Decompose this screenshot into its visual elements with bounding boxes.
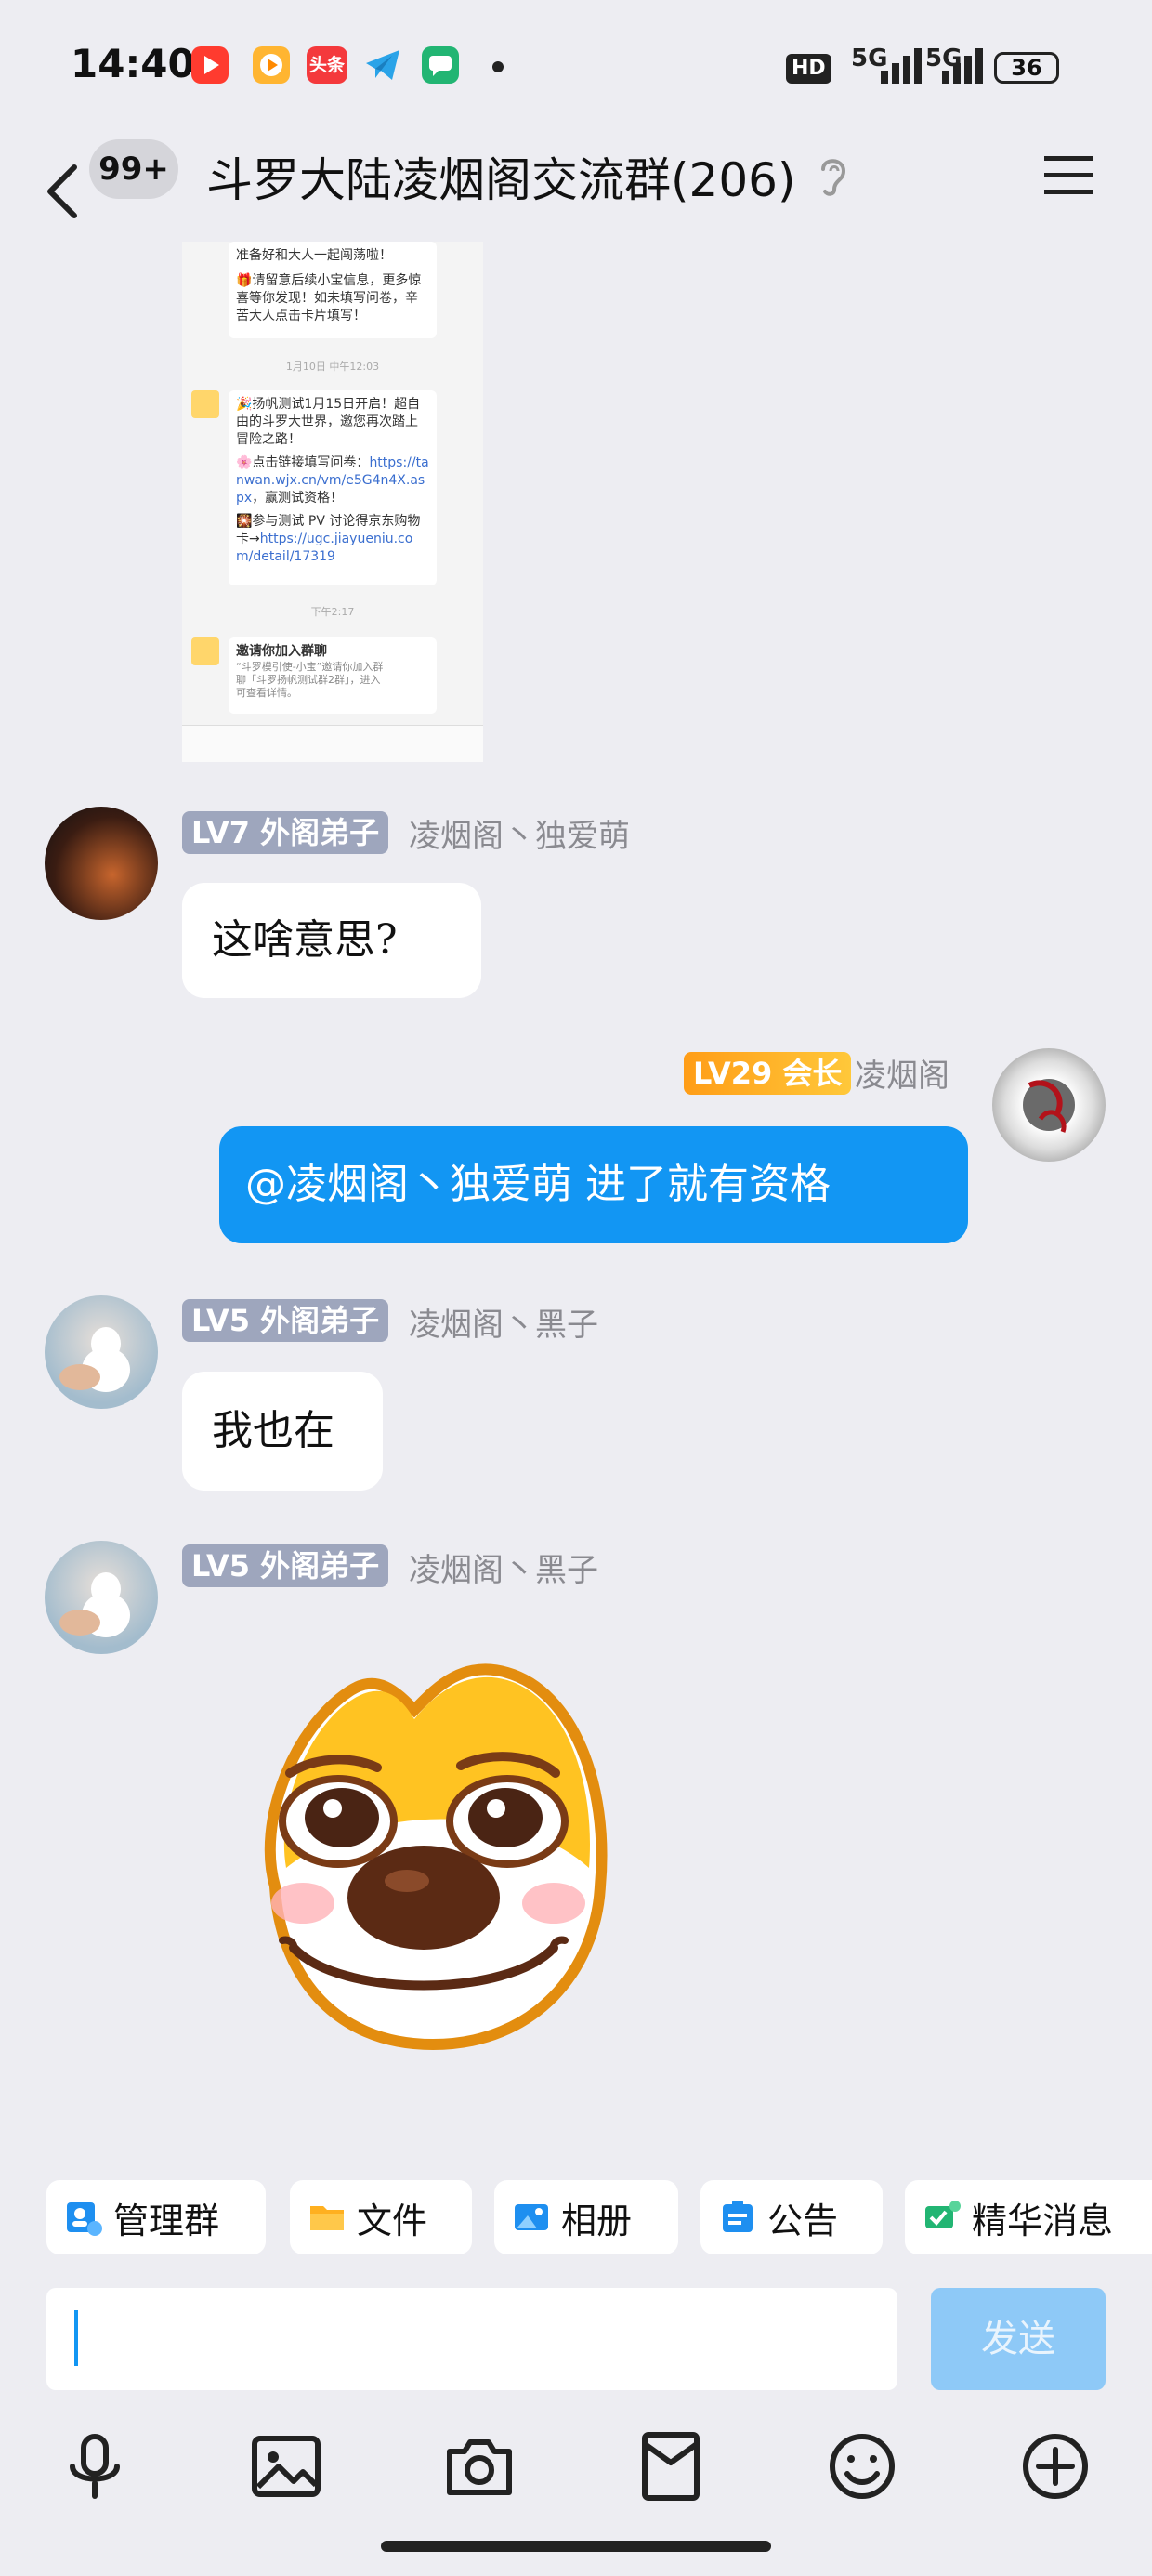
- unread-count-badge[interactable]: 99+: [89, 139, 178, 199]
- avatar[interactable]: [992, 1048, 1106, 1162]
- more-notifications-dot: [492, 61, 504, 72]
- shot-avatar: [191, 390, 219, 418]
- ear-icon[interactable]: [814, 152, 851, 199]
- message-app-icon: [422, 46, 459, 84]
- level-badge: LV7 外阁弟子: [182, 811, 389, 854]
- quick-featured-button[interactable]: 精华消息: [905, 2180, 1152, 2254]
- screenshot-image-message[interactable]: 准备好和大人一起闯荡啦！ 🎁请留意后续小宝信息，更多惊喜等你发现！如未填写问卷，…: [182, 242, 483, 762]
- quick-announcement-label: 公告: [767, 2200, 839, 2241]
- status-bar: 14:40 头条 HD 5G 5G 36: [0, 0, 1152, 139]
- red-packet-icon[interactable]: [634, 2429, 708, 2504]
- level-badge: LV29 会长: [684, 1052, 852, 1095]
- emoji-icon[interactable]: [825, 2429, 899, 2504]
- shot-text-2c: ，赢测试资格！: [252, 491, 344, 506]
- level-badge: LV5 外阁弟子: [182, 1299, 389, 1342]
- hd-indicator: HD: [786, 54, 831, 84]
- sender-name[interactable]: 凌烟阁丶独爱萌: [409, 810, 630, 856]
- level-badge: LV5 外阁弟子: [182, 1544, 389, 1587]
- shot-text-1b: 🎁请留意后续小宝信息，更多惊喜等你发现！如未填写问卷，辛苦大人点击卡片填写！: [236, 273, 422, 323]
- quick-announcement-button[interactable]: 公告: [700, 2180, 883, 2254]
- shot-timestamp-1: 1月10日 中午12:03: [285, 361, 380, 373]
- signal-icon-1: [881, 48, 922, 84]
- avatar[interactable]: [45, 1295, 158, 1409]
- shot-avatar: [191, 637, 219, 665]
- group-title[interactable]: 斗罗大陆凌烟阁交流群(206): [206, 143, 795, 210]
- menu-icon[interactable]: [1042, 154, 1094, 197]
- send-button[interactable]: 发送: [931, 2288, 1106, 2390]
- image-icon[interactable]: [249, 2429, 323, 2504]
- signal-icon-2: [942, 48, 983, 84]
- quick-manage-group-button[interactable]: 管理群: [46, 2180, 266, 2254]
- sender-name[interactable]: 凌烟阁丶黑子: [409, 1544, 598, 1590]
- shot-text-2b: 🌸点击链接填写问卷：: [236, 455, 370, 470]
- shot-link-2: https://ugc.jiayueniu.com/detail/17319: [236, 532, 413, 564]
- message-input[interactable]: [46, 2288, 897, 2390]
- sender-name[interactable]: 凌烟阁丶黑子: [409, 1299, 598, 1345]
- back-icon[interactable]: [37, 139, 93, 242]
- shot-text-2a: 🎉扬帆测试1月15日开启！超自由的斗罗大世界，邀您再次踏上冒险之路！: [236, 397, 421, 447]
- plus-icon[interactable]: [1018, 2429, 1093, 2504]
- quick-album-button[interactable]: 相册: [494, 2180, 678, 2254]
- shot-timestamp-2: 下午2:17: [310, 606, 355, 618]
- video-player-app-icon: [253, 46, 290, 84]
- shot-input-bar: [182, 725, 483, 762]
- shot-text-1: 准备好和大人一起闯荡啦！: [236, 248, 392, 263]
- album-icon: [515, 2204, 548, 2230]
- quick-files-button[interactable]: 文件: [290, 2180, 472, 2254]
- announcement-icon: [723, 2201, 753, 2232]
- manage-group-icon: [67, 2202, 102, 2236]
- video-app-icon: [191, 46, 229, 84]
- shot-text-3a: 邀请你加入群聊: [236, 644, 327, 659]
- quick-files-label: 文件: [357, 2200, 428, 2241]
- status-time: 14:40: [71, 41, 195, 86]
- mic-icon[interactable]: [58, 2429, 132, 2504]
- shot-text-3b: “斗罗模引使-小宝”邀请你加入群聊「斗罗扬帆测试群2群」，进入可查看详情。: [236, 661, 384, 699]
- message-bubble[interactable]: 我也在: [182, 1372, 383, 1491]
- toutiao-app-icon: 头条: [307, 46, 347, 84]
- folder-icon: [310, 2206, 344, 2230]
- battery-indicator: 36: [994, 52, 1059, 84]
- telegram-app-icon: [364, 46, 401, 84]
- text-cursor: [74, 2310, 78, 2366]
- avatar[interactable]: [45, 807, 158, 920]
- camera-icon[interactable]: [442, 2429, 517, 2504]
- quick-album-label: 相册: [561, 2200, 633, 2241]
- home-indicator[interactable]: [381, 2541, 771, 2552]
- quick-manage-group-label: 管理群: [113, 2200, 220, 2241]
- message-bubble[interactable]: 这啥意思?: [182, 883, 481, 998]
- quick-featured-label: 精华消息: [972, 2200, 1114, 2241]
- sender-name[interactable]: 凌烟阁: [855, 1050, 949, 1096]
- message-bubble[interactable]: @凌烟阁丶独爱萌 进了就有资格: [219, 1126, 968, 1243]
- dog-face-sticker[interactable]: [238, 1654, 634, 2054]
- avatar[interactable]: [45, 1541, 158, 1654]
- featured-message-icon: [925, 2201, 961, 2228]
